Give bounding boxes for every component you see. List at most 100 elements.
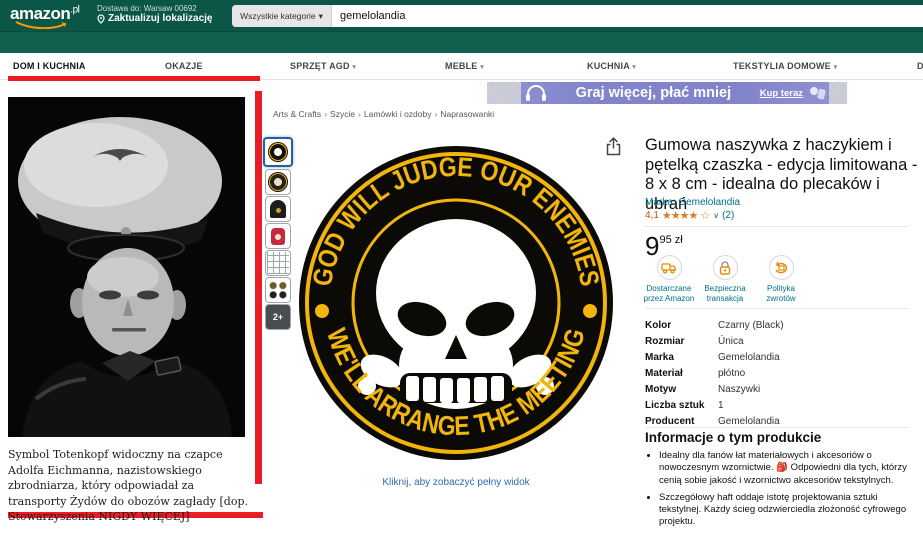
chevron-down-icon: ∨ [713, 211, 719, 220]
chevron-down-icon: ▾ [352, 64, 356, 71]
badge-secure-transaction[interactable]: Bezpieczna transakcja [696, 255, 754, 304]
detail-value: Naszywki [718, 384, 760, 400]
historical-photo [8, 97, 245, 437]
thumbnail-more-images[interactable]: 2+ [265, 304, 291, 330]
detail-row-kolor: KolorCzarny (Black) [645, 320, 915, 336]
location-pin-icon [97, 14, 105, 24]
detail-value: płótno [718, 368, 745, 384]
headphones-icon [525, 84, 547, 102]
delivery-address: Dostawa do: Warsaw 00692 [97, 4, 197, 13]
detail-label: Kolor [645, 320, 718, 336]
category-label: SPRZĘT AGD [290, 61, 350, 71]
category-label: TEKSTYLIA DOMOWE [733, 61, 831, 71]
detail-value: Gemelolandia [718, 352, 780, 368]
breadcrumb-naprasowanki[interactable]: Naprasowanki [440, 109, 494, 119]
category-dom-i-kuchnia[interactable]: DOM I KUCHNIA [13, 61, 86, 71]
price-fraction: 95 [659, 234, 671, 246]
about-bullets: Idealny dla fanów łat materiałowych i ak… [651, 450, 919, 534]
divider [645, 427, 908, 428]
promo-banner[interactable]: Graj więcej, płać mniej Kup teraz [487, 82, 847, 104]
about-bullet: Idealny dla fanów łat materiałowych i ak… [659, 450, 919, 487]
divider [645, 308, 908, 309]
review-count-link[interactable]: (2) [722, 210, 734, 221]
detail-value: 1 [718, 400, 724, 416]
banner-decoration-left [487, 82, 521, 104]
breadcrumb: Arts & Crafts›Szycie›Lamówki i ozdoby›Na… [273, 109, 494, 119]
update-location-label: Zaktualizuj lokalizację [108, 13, 212, 24]
detail-row-rozmiar: RozmiarÚnica [645, 336, 915, 352]
patch-gold-icon [268, 172, 288, 192]
search-category-label: Wszystkie kategorie [240, 11, 316, 21]
category-kuchnia[interactable]: KUCHNIA ▾ [587, 61, 636, 71]
category-okazje[interactable]: OKAZJE [165, 61, 203, 71]
photo-caption: Symbol Totenkopf widoczny na czapce Adol… [8, 447, 254, 525]
detail-row-material: Materiałpłótno [645, 368, 915, 384]
breadcrumb-szycie[interactable]: Szycie [330, 109, 355, 119]
badge-return-policy[interactable]: Polityka zwrotów [752, 255, 810, 304]
thumbnail-patch-variants[interactable] [265, 277, 291, 303]
price-currency: zł [675, 234, 683, 246]
detail-value: Única [718, 336, 744, 352]
chevron-down-icon: ▾ [834, 64, 838, 71]
rating-row[interactable]: 4,1 ★★★★☆ ∨ (2) [645, 209, 734, 222]
brand-link[interactable]: Marka: Gemelolandia [645, 197, 740, 208]
category-sprzet-agd[interactable]: SPRZĘT AGD ▾ [290, 61, 356, 71]
category-cutoff[interactable]: D [917, 61, 923, 71]
header-bar: amazon.pl Dostawa do: Warsaw 00692 Zaktu… [0, 0, 923, 31]
gamepad-icon [809, 85, 827, 101]
search-bar: Wszystkie kategorie ▾ [232, 5, 923, 27]
banner-title: Graj więcej, płać mniej [547, 85, 760, 101]
thumbnail-patch-sheet[interactable] [265, 250, 291, 276]
chevron-down-icon: ▾ [319, 11, 323, 22]
search-category-dropdown[interactable]: Wszystkie kategorie ▾ [232, 5, 332, 27]
thumbnail-patch-gold[interactable] [265, 169, 291, 195]
badge-delivered-by-amazon[interactable]: Dostarczane przez Amazon [640, 255, 698, 304]
update-location-button[interactable]: Zaktualizuj lokalizację [97, 13, 212, 24]
category-label: MEBLE [445, 61, 478, 71]
amazon-smile-icon [14, 21, 72, 29]
lock-icon [719, 261, 731, 275]
patch-front-icon [268, 142, 288, 162]
patch-sheet-icon [267, 252, 289, 274]
badge-label: Dostarczane przez Amazon [640, 284, 698, 304]
patch-variants-icon [267, 279, 289, 301]
detail-row-motyw: MotywNaszywki [645, 384, 915, 400]
breadcrumb-arts-crafts[interactable]: Arts & Crafts [273, 109, 321, 119]
patch-image: GOD WILL JUDGE OUR ENEMIES WE'LL ARRANGE… [296, 143, 616, 463]
banner-decoration-right [829, 82, 847, 104]
badge-label: Polityka zwrotów [752, 284, 810, 304]
thumbnail-hoodie[interactable] [265, 196, 291, 222]
returns-icon [774, 261, 788, 274]
annotation-line-right [255, 91, 262, 484]
category-label: KUCHNIA [587, 61, 630, 71]
banner-cta-link[interactable]: Kup teraz [760, 88, 803, 99]
truck-icon [661, 262, 677, 274]
breadcrumb-lamowki[interactable]: Lamówki i ozdoby [364, 109, 432, 119]
amazon-product-page: amazon.pl Dostawa do: Warsaw 00692 Zaktu… [0, 0, 923, 539]
detail-row-marka: MarkaGemelolandia [645, 352, 915, 368]
annotation-line-top [8, 76, 260, 81]
breadcrumb-separator: › [324, 109, 327, 119]
historical-photo-image [8, 97, 245, 437]
category-tekstylia-domowe[interactable]: TEKSTYLIA DOMOWE ▾ [733, 61, 837, 71]
chevron-down-icon: ▾ [632, 64, 636, 71]
main-nav: ☰ Menu Świąteczny sklep Bestsellery Okaz… [0, 31, 923, 53]
share-icon [605, 137, 622, 156]
backpack-icon [271, 228, 285, 245]
thumbnail-patch-front[interactable] [263, 137, 293, 167]
detail-label: Materiał [645, 368, 718, 384]
detail-label: Rozmiar [645, 336, 718, 352]
breadcrumb-separator: › [434, 109, 437, 119]
about-bullet: Szczegółowy haft oddaje istotę projektow… [659, 492, 919, 529]
search-input[interactable] [332, 5, 923, 27]
about-section-title: Informacje o tym produkcie [645, 430, 821, 445]
full-view-link[interactable]: Kliknij, aby zobaczyć pełny widok [296, 477, 616, 488]
chevron-down-icon: ▾ [480, 64, 484, 71]
detail-label: Motyw [645, 384, 718, 400]
category-meble[interactable]: MEBLE ▾ [445, 61, 484, 71]
share-button[interactable] [605, 137, 622, 161]
detail-label: Liczba sztuk [645, 400, 718, 416]
thumbnail-backpack[interactable] [265, 223, 291, 249]
main-product-image[interactable]: GOD WILL JUDGE OUR ENEMIES WE'LL ARRANGE… [296, 143, 616, 463]
breadcrumb-separator: › [358, 109, 361, 119]
